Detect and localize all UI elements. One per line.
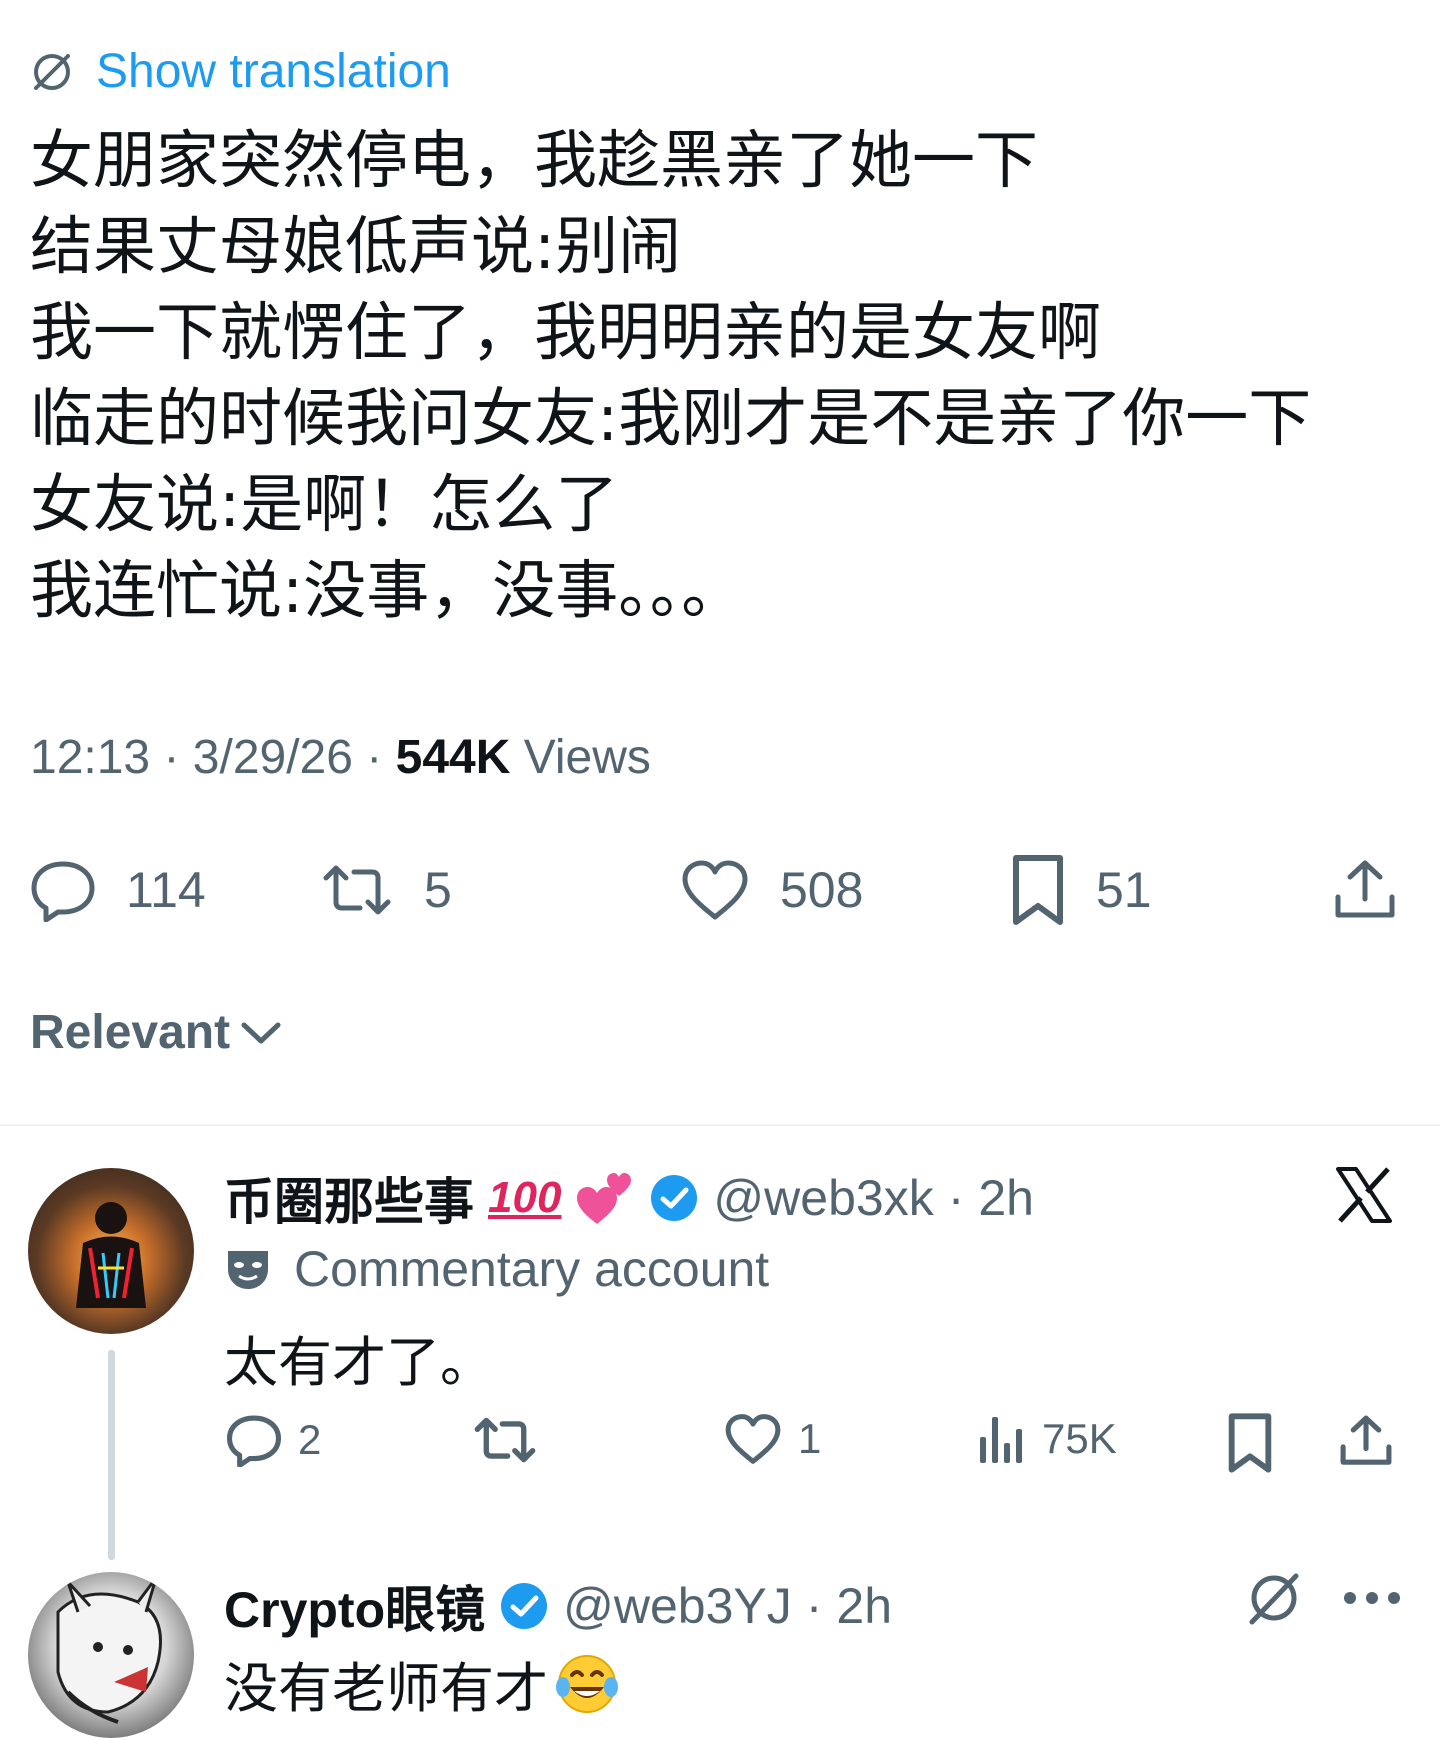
hundred-emoji-icon: 100 (488, 1173, 562, 1222)
tweet-line: 我连忙说:没事，没事。。。 (30, 554, 745, 627)
repost-button[interactable]: 5 (320, 840, 452, 940)
reply-share-button[interactable] (1338, 1413, 1394, 1469)
tweet-line: 女朋家突然停电，我趁黑亲了她一下 (30, 124, 1038, 197)
avatar[interactable] (28, 1168, 194, 1334)
avatar-character-icon (56, 1577, 162, 1724)
bookmark-icon (1013, 855, 1063, 925)
repost-icon (323, 865, 391, 915)
bookmark-icon (1228, 1413, 1272, 1473)
share-icon (1340, 1415, 1392, 1465)
meta-separator: · (366, 731, 396, 784)
views-label: Views (523, 731, 651, 784)
reply-header: 币圈那些事 100 @web3xk · 2h (224, 1162, 1034, 1234)
x-logo-icon (1336, 1167, 1392, 1223)
heart-icon (682, 860, 748, 920)
more-options-icon[interactable] (1342, 1588, 1402, 1608)
reply-reply-count: 2 (298, 1416, 322, 1463)
commentary-label: Commentary account (294, 1241, 770, 1297)
like-count: 508 (780, 862, 864, 918)
two-hearts-emoji-icon (577, 1173, 632, 1224)
thread-line (108, 1350, 115, 1560)
mask-icon (228, 1251, 268, 1289)
reply-views-button[interactable]: 75K (976, 1413, 1117, 1465)
tweet-line: 我一下就愣住了，我明明亲的是女友啊 (30, 296, 1101, 369)
section-divider (0, 1124, 1440, 1126)
reply-like-count: 1 (798, 1415, 822, 1462)
avatar[interactable] (28, 1572, 194, 1738)
heart-icon (725, 1414, 781, 1464)
bookmark-count: 51 (1096, 862, 1152, 918)
tweet-date[interactable]: 3/29/26 (193, 731, 353, 784)
reply-like-button[interactable]: 1 (724, 1413, 821, 1465)
reply-button[interactable]: 114 (30, 840, 206, 940)
sort-label: Relevant (30, 1006, 231, 1059)
share-icon (1335, 860, 1395, 918)
meta-separator: · (163, 731, 193, 784)
bookmark-button[interactable]: 51 (1010, 840, 1152, 940)
reply-time[interactable]: 2h (836, 1577, 892, 1635)
translate-icon (34, 53, 70, 90)
analytics-icon (980, 1417, 1022, 1463)
share-button[interactable] (1332, 840, 1398, 940)
reply-time[interactable]: 2h (978, 1169, 1034, 1227)
reply-header: Crypto眼镜 @web3YJ · 2h (224, 1570, 892, 1642)
reply-text-row: 没有老师有才 (224, 1644, 620, 1723)
sort-dropdown[interactable]: Relevant (30, 1005, 282, 1060)
show-translation-label: Show translation (96, 45, 451, 98)
views-count: 544K (395, 731, 511, 784)
tweet-line: 临走的时候我问女友:我刚才是不是亲了你一下 (30, 382, 1312, 455)
show-translation-link[interactable]: Show translation (30, 44, 451, 99)
translate-icon[interactable] (1244, 1568, 1304, 1628)
tweet-time[interactable]: 12:13 (30, 731, 150, 784)
chevron-down-icon (241, 1022, 281, 1043)
reply-views-count: 75K (1042, 1415, 1117, 1462)
tweet-line: 女友说:是啊！怎么了 (30, 468, 619, 541)
reply-author-handle[interactable]: @web3xk (713, 1169, 933, 1227)
tweet-meta: 12:13 · 3/29/26 · 544K Views (30, 730, 651, 785)
reply-count: 114 (126, 862, 206, 918)
verified-badge-icon (501, 1583, 548, 1629)
repost-count: 5 (424, 862, 452, 918)
avatar-figure-icon (76, 1202, 146, 1308)
tweet-line: 结果丈母娘低声说:别闹 (30, 210, 682, 283)
tweet-text: 女朋家突然停电，我趁黑亲了她一下 结果丈母娘低声说:别闹 我一下就愣住了，我明明… (30, 118, 1390, 634)
reply-bookmark-button[interactable] (1226, 1413, 1274, 1473)
meta-separator: · (947, 1170, 965, 1226)
like-button[interactable]: 508 (680, 840, 863, 940)
reply-author-handle[interactable]: @web3YJ (563, 1577, 792, 1635)
reply-repost-button[interactable] (472, 1415, 538, 1465)
joy-emoji-icon (556, 1654, 618, 1713)
reply-text: 没有老师有才 (224, 1657, 548, 1720)
reply-text: 太有才了。 (224, 1331, 494, 1394)
reply-author-name[interactable]: 币圈那些事 (224, 1162, 474, 1234)
reply-reply-button[interactable]: 2 (226, 1413, 321, 1467)
reply-icon (31, 861, 95, 922)
commentary-badge: Commentary account (224, 1240, 769, 1298)
reply-author-name[interactable]: Crypto眼镜 (224, 1570, 485, 1642)
repost-icon (474, 1417, 536, 1463)
tweet-actions: 114 5 508 51 (30, 840, 1400, 940)
reply-icon (227, 1415, 281, 1467)
meta-separator: · (805, 1578, 823, 1634)
verified-badge-icon (651, 1175, 698, 1221)
